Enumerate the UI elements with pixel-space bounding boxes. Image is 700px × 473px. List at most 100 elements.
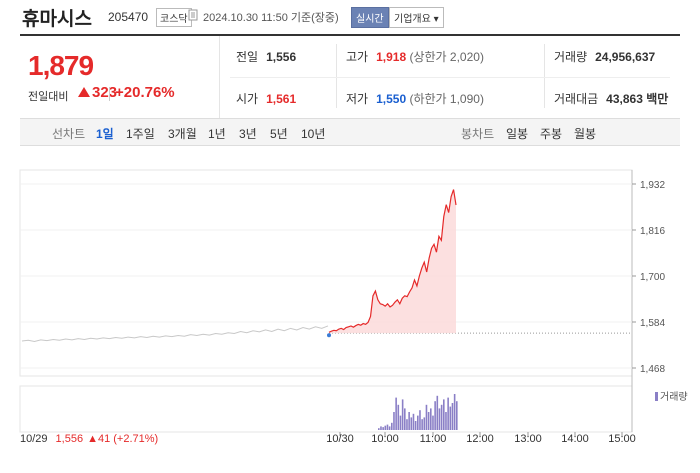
prev-day-line xyxy=(21,325,329,342)
tab-3y[interactable]: 3년 xyxy=(239,125,257,142)
volume-bar xyxy=(378,428,380,430)
divider xyxy=(336,44,337,108)
volume-bar xyxy=(404,408,406,430)
line-chart-label: 선차트 xyxy=(52,127,86,141)
y-ticks: 1,932 1,816 1,700 1,584 1,468 xyxy=(632,180,665,375)
current-price: 1,879 xyxy=(28,50,94,81)
document-icon[interactable] xyxy=(188,9,200,21)
volume-bar xyxy=(445,412,447,430)
stat-open: 시가 1,561 xyxy=(236,92,297,106)
volume-bar xyxy=(438,408,441,430)
x-tick-label: 12:00 xyxy=(466,433,494,445)
today-area xyxy=(329,189,456,334)
volume-bar xyxy=(451,403,454,430)
divider xyxy=(230,77,670,78)
timestamp: 2024.10.30 11:50 기준(장중) xyxy=(203,12,339,24)
series xyxy=(21,189,632,342)
volume-bar xyxy=(443,399,445,430)
volume-frame xyxy=(19,385,633,433)
separator xyxy=(109,87,110,101)
volume-bar xyxy=(384,425,387,430)
stat-amount: 거래대금 43,863 백만 xyxy=(554,92,669,106)
stat-high: 고가 1,918 (상한가 2,020) xyxy=(346,50,484,64)
volume-bar xyxy=(406,419,408,430)
tab-1d[interactable]: 1일 xyxy=(96,125,114,142)
volume-bar xyxy=(399,415,402,430)
volume-bar xyxy=(427,412,430,430)
volume-bar xyxy=(432,415,434,430)
volume-bar xyxy=(423,417,426,430)
volume-bar xyxy=(410,417,413,430)
volume-bar xyxy=(430,408,432,430)
company-overview-button[interactable]: 기업개요 ▾ xyxy=(389,7,444,28)
volume-bar xyxy=(395,397,397,430)
volume-bar xyxy=(447,397,449,430)
volume-bar xyxy=(456,401,458,430)
tab-5y[interactable]: 5년 xyxy=(270,125,288,142)
stock-name[interactable]: 휴마시스 xyxy=(22,4,92,31)
y-tick-label: 1,816 xyxy=(640,226,665,237)
volume-bar xyxy=(382,427,384,430)
y-tick-label: 1,700 xyxy=(640,272,665,283)
prev-day-label: 10/29 1,556 ▲41 (+2.71%) xyxy=(20,433,158,445)
volume-legend-swatch xyxy=(655,392,658,401)
x-ticks: 10/30 10:00 11:00 12:00 13:00 14:00 15:00 xyxy=(326,432,636,445)
volume-bar xyxy=(408,412,410,430)
x-tick-label: 15:00 xyxy=(608,433,636,445)
tab-daily-candle[interactable]: 일봉 xyxy=(506,125,528,142)
tab-1y[interactable]: 1년 xyxy=(208,125,226,142)
realtime-button[interactable]: 실시간 xyxy=(351,7,389,28)
up-triangle-icon xyxy=(78,87,90,97)
volume-bar xyxy=(401,399,404,430)
chart-tabs: 선차트 1일 1주일 3개월 1년 3년 5년 10년 봉차트 일봉 주봉 월봉 xyxy=(20,118,680,146)
stat-low: 저가 1,550 (하한가 1,090) xyxy=(346,92,484,106)
volume-bar xyxy=(380,426,382,430)
tab-monthly-candle[interactable]: 월봉 xyxy=(574,125,596,142)
tab-3m[interactable]: 3개월 xyxy=(168,125,197,142)
volume-bar xyxy=(449,406,452,430)
volume-bar xyxy=(386,424,389,430)
open-marker xyxy=(327,333,331,338)
market-badge: 코스닥 xyxy=(156,8,192,27)
chart-svg: 1,932 1,816 1,700 1,584 1,468 10/30 10:00 11:0… xyxy=(19,169,688,445)
volume-bar xyxy=(453,394,456,430)
tab-weekly-candle[interactable]: 주봉 xyxy=(540,125,562,142)
volume-bar xyxy=(393,412,395,430)
volume-bar xyxy=(425,404,428,430)
x-tick-label: 10:00 xyxy=(371,433,399,445)
stock-header: 휴마시스 205470 코스닥 2024.10.30 11:50 기준(장중) … xyxy=(0,0,700,34)
stats-panel: 전일 1,556 고가 1,918 (상한가 2,020) 거래량 24,956,63… xyxy=(220,36,680,118)
x-tick-label: 11:00 xyxy=(420,433,447,445)
x-tick-label: 14:00 xyxy=(561,433,589,445)
price-change: 323 xyxy=(78,84,117,101)
x-tick-label: 10/30 xyxy=(326,433,354,445)
volume-bar xyxy=(436,395,439,430)
stock-code: 205470 xyxy=(108,10,149,24)
price-summary: 1,879 전일대비 323 +20.76% xyxy=(20,36,220,118)
volume-bar xyxy=(417,415,419,430)
volume-bar xyxy=(412,413,415,430)
volume-legend: 거래량 xyxy=(660,391,688,403)
volume-bar xyxy=(421,419,423,430)
y-tick-label: 1,584 xyxy=(640,318,665,329)
grid xyxy=(20,183,632,369)
volume-bar xyxy=(388,426,391,430)
volume-bar xyxy=(419,410,421,430)
tab-1w[interactable]: 1주일 xyxy=(126,125,155,142)
diff-label: 전일대비 xyxy=(28,91,69,103)
volume-bar xyxy=(397,404,400,430)
price-chart: 1,932 1,816 1,700 1,584 1,468 10/30 10:00 11:0… xyxy=(0,146,700,468)
volume-bar xyxy=(440,404,443,430)
volume-bar xyxy=(414,421,417,430)
volume-bars xyxy=(378,394,458,430)
tab-10y[interactable]: 10년 xyxy=(301,125,325,142)
candle-chart-label: 봉차트 xyxy=(461,127,495,141)
price-change-percent: +20.76% xyxy=(115,84,175,101)
volume-bar xyxy=(434,401,436,430)
y-tick-label: 1,468 xyxy=(640,364,665,375)
stat-prev: 전일 1,556 xyxy=(236,50,297,64)
volume-bar xyxy=(391,422,393,430)
plot-frame xyxy=(19,169,633,377)
y-tick-label: 1,932 xyxy=(640,180,665,191)
stat-volume: 거래량 24,956,637 xyxy=(554,50,656,64)
